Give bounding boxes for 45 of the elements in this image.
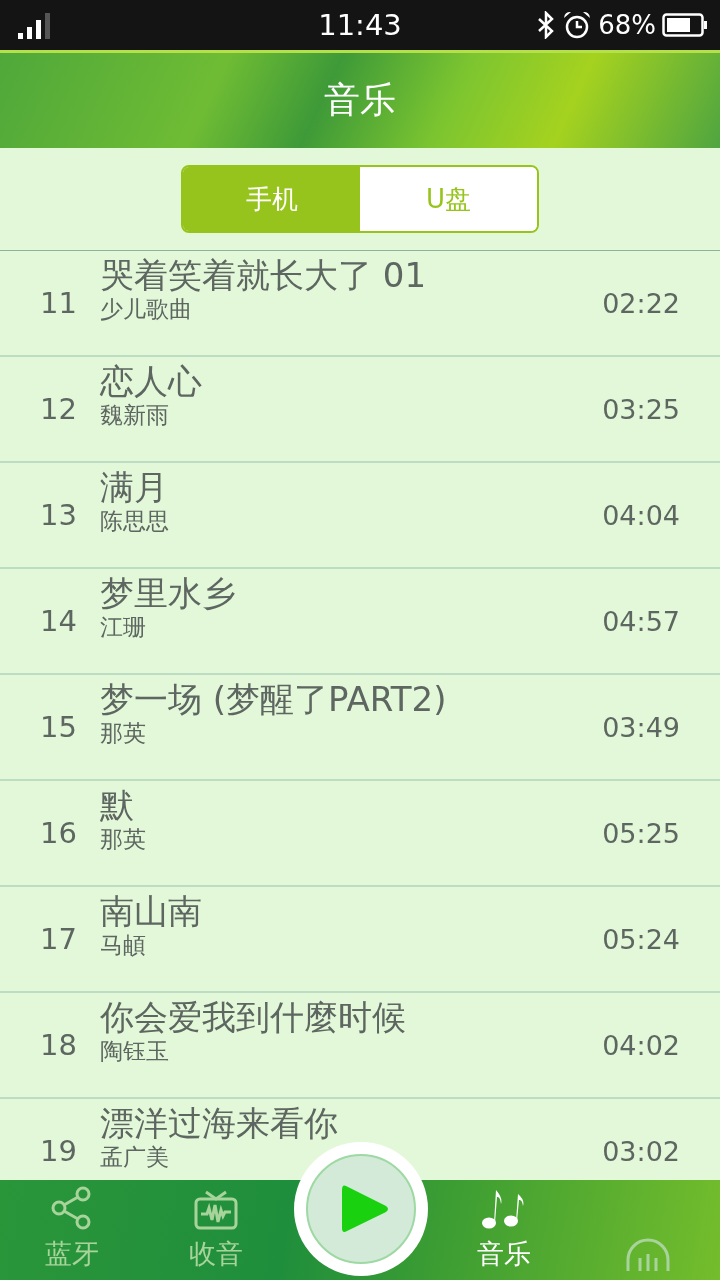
track-artist: 少儿歌曲	[100, 295, 193, 323]
track-artist: 陶钰玉	[100, 1037, 170, 1065]
track-duration: 04:04	[602, 499, 680, 531]
clock-time: 11:43	[317, 8, 403, 42]
track-number: 16	[40, 816, 78, 850]
track-title: 满月	[100, 467, 169, 507]
signal-icon	[18, 11, 52, 39]
track-duration: 03:49	[602, 711, 680, 743]
track-number: 12	[40, 392, 78, 426]
track-artist: 那英	[100, 719, 147, 747]
track-artist: 陈思思	[100, 507, 170, 535]
battery-percent: 68%	[598, 10, 656, 40]
track-number: 13	[40, 498, 78, 532]
page-title: 音乐	[324, 78, 396, 122]
track-duration: 04:57	[602, 605, 680, 637]
track-title: 梦一场 (梦醒了PART2)	[100, 679, 448, 719]
track-number: 15	[40, 710, 78, 744]
track-title: 南山南	[100, 891, 203, 931]
headphones-icon	[625, 1238, 671, 1272]
alarm-icon	[562, 10, 593, 40]
track-number: 19	[40, 1134, 78, 1168]
track-duration: 04:02	[602, 1029, 680, 1061]
track-duration: 03:02	[602, 1135, 680, 1167]
track-duration: 02:22	[602, 287, 680, 319]
track-title: 梦里水乡	[100, 573, 237, 613]
music-tab[interactable]: 音乐	[432, 1180, 576, 1280]
battery-icon	[662, 13, 708, 37]
radio-icon	[194, 1190, 238, 1230]
track-artist: 孟广美	[100, 1143, 170, 1171]
track-number: 18	[40, 1028, 78, 1062]
track-artist: 江珊	[100, 613, 147, 641]
track-duration: 05:25	[602, 817, 680, 849]
track-duration: 03:25	[602, 393, 680, 425]
track-artist: 魏新雨	[100, 401, 170, 429]
track-number: 14	[40, 604, 78, 638]
track-artist: 那英	[100, 825, 147, 853]
track-title: 漂洋过海来看你	[100, 1103, 339, 1143]
track-duration: 05:24	[602, 923, 680, 955]
track-title: 默	[100, 785, 135, 825]
track-title: 哭着笑着就长大了 01	[100, 255, 428, 295]
track-number: 17	[40, 922, 78, 956]
track-artist: 马頔	[100, 931, 147, 959]
track-number: 11	[40, 286, 78, 320]
track-title: 你会爱我到什麼时候	[100, 997, 407, 1037]
track-title: 恋人心	[100, 361, 203, 401]
